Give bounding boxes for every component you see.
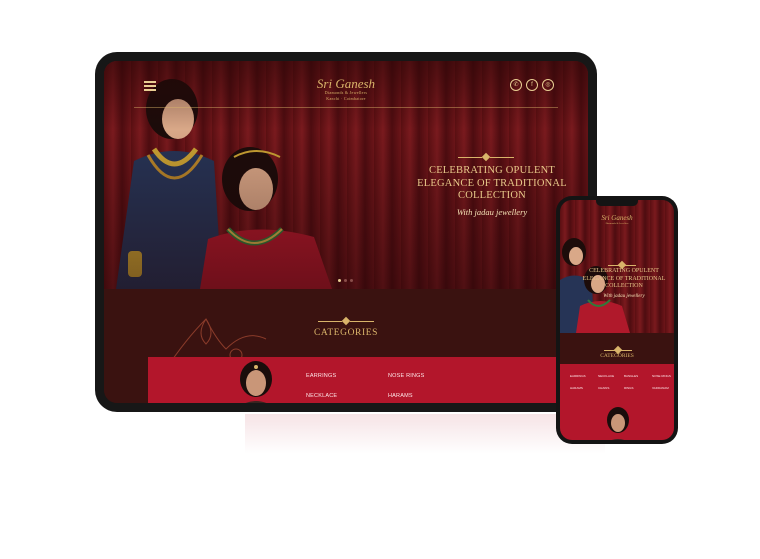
- phone-category-6[interactable]: CHAINS: [598, 386, 609, 390]
- phone-brand-name: Sri Ganesh: [601, 214, 633, 222]
- categories-title: CATEGORIES: [313, 328, 379, 338]
- phone-notch: [596, 200, 638, 206]
- phone-category-5[interactable]: HARAMS: [570, 386, 583, 390]
- phone-hero-subline: With jadau jewellery: [603, 294, 645, 299]
- category-nose-rings[interactable]: NOSE RINGS: [388, 373, 425, 379]
- phone-hero-headline: CELEBRATING OPULENT ELEGANCE OF TRADITIO…: [582, 268, 666, 289]
- phone-categories-title: CATEGORIES: [600, 353, 634, 359]
- phone-hero-banner: Sri Ganesh Diamonds & Jewellers CELEBRAT…: [560, 200, 674, 333]
- hero-banner: Sri Ganesh Diamonds & Jewellers Kanchi ·…: [104, 61, 588, 289]
- category-model-image: [240, 361, 272, 403]
- slider-dots: [338, 279, 353, 282]
- brand-name: Sri Ganesh: [316, 76, 376, 91]
- tablet-screen: Sri Ganesh Diamonds & Jewellers Kanchi ·…: [104, 61, 588, 403]
- header-divider: [134, 107, 558, 108]
- instagram-icon[interactable]: ◎: [542, 79, 554, 91]
- phone-icon[interactable]: ✆: [510, 79, 522, 91]
- tablet-reflection: [245, 414, 605, 454]
- phone-screen: Sri Ganesh Diamonds & Jewellers CELEBRAT…: [560, 200, 674, 440]
- slide-dot-1[interactable]: [338, 279, 341, 282]
- phone-categories-panel: EARRINGS NECKLACE BANGLES NOSE RINGS HAR…: [560, 364, 674, 440]
- categories-section: CATEGORIES EARRINGS NOSE RINGS NECKLACE …: [104, 289, 588, 403]
- phone-category-2[interactable]: NECKLACE: [598, 374, 614, 378]
- phone-brand-tagline: Diamonds & Jewellers: [605, 222, 629, 225]
- hero-subline: With jadau jewellery: [456, 207, 528, 217]
- phone-category-8[interactable]: VADDANAM: [652, 386, 669, 390]
- menu-icon[interactable]: [144, 81, 156, 93]
- brand-logo[interactable]: Sri Ganesh Diamonds & Jewellers Kanchi ·…: [301, 77, 391, 102]
- slide-dot-2[interactable]: [344, 279, 347, 282]
- phone-category-3[interactable]: BANGLES: [624, 374, 638, 378]
- headline-ornament: [458, 152, 514, 162]
- social-links: ✆ f ◎: [510, 79, 554, 91]
- categories-panel: EARRINGS NOSE RINGS NECKLACE HARAMS: [148, 357, 556, 403]
- phone-category-1[interactable]: EARRINGS: [570, 374, 586, 378]
- facebook-icon[interactable]: f: [526, 79, 538, 91]
- phone-category-model-image: [607, 407, 629, 440]
- category-harams[interactable]: HARAMS: [388, 393, 413, 399]
- hero-headline: CELEBRATING OPULENT ELEGANCE OF TRADITIO…: [417, 165, 567, 201]
- slide-dot-3[interactable]: [350, 279, 353, 282]
- phone-category-4[interactable]: NOSE RINGS: [652, 374, 671, 378]
- category-necklace[interactable]: NECKLACE: [306, 393, 337, 399]
- tablet-frame: Sri Ganesh Diamonds & Jewellers Kanchi ·…: [95, 52, 597, 412]
- phone-frame: Sri Ganesh Diamonds & Jewellers CELEBRAT…: [556, 196, 678, 444]
- categories-ornament: [318, 316, 374, 326]
- phone-brand-logo[interactable]: Sri Ganesh Diamonds & Jewellers: [590, 214, 644, 225]
- brand-subtagline: Kanchi · Coimbatore: [326, 96, 366, 101]
- category-earrings[interactable]: EARRINGS: [306, 373, 336, 379]
- phone-category-7[interactable]: RINGS: [624, 386, 634, 390]
